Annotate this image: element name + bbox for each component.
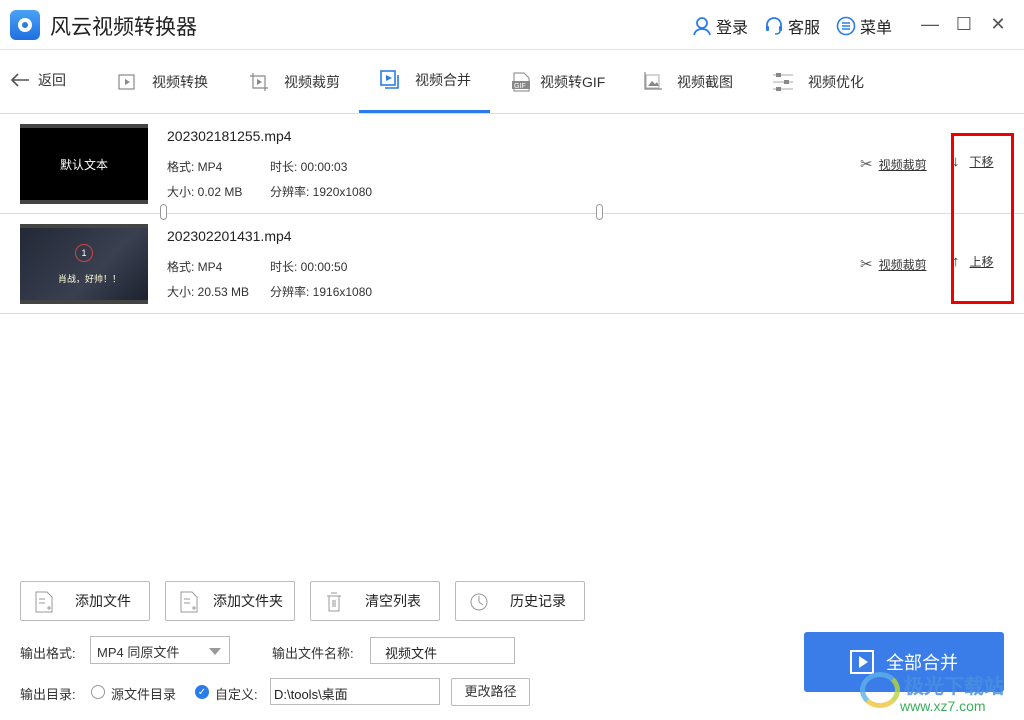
tab-video-screenshot[interactable]: 视频截图: [641, 50, 733, 113]
source-dir-label: 源文件目录: [111, 687, 177, 702]
menu-label: 菜单: [860, 20, 893, 37]
arrow-down-icon: ↓: [952, 153, 960, 170]
clip-label: 视频裁剪: [878, 257, 927, 272]
user-icon: [693, 17, 711, 36]
maximize-button[interactable]: ☐: [952, 12, 976, 36]
video-thumbnail: 1 肖战，好帅！！: [20, 224, 148, 304]
watermark-url: www.xz7.com: [900, 698, 986, 714]
play-icon: [850, 650, 874, 674]
scissors-icon: ✂: [860, 156, 873, 173]
tab-label: 视频裁剪: [284, 73, 340, 90]
tab-label: 视频转GIF: [540, 73, 606, 90]
custom-dir-radio[interactable]: ✓: [195, 685, 209, 699]
svg-text:GIF: GIF: [514, 83, 526, 90]
crop-icon: [250, 72, 268, 91]
tool-nav: 返回 视频转换 视频裁剪 视频合并 GIF 视频转GIF 视频截图 视频优化: [0, 50, 1024, 114]
arrow-up-icon: ↑: [952, 253, 960, 270]
screenshot-icon: [644, 71, 662, 90]
title-bar: 风云视频转换器 登录 客服 菜单 — ☐ ✕: [0, 0, 1024, 50]
minimize-button[interactable]: —: [918, 12, 942, 36]
add-folder-button[interactable]: 添加文件夹: [165, 581, 295, 621]
tab-label: 视频转换: [152, 73, 208, 90]
output-name-input[interactable]: 视频文件: [370, 637, 515, 664]
output-name-label: 输出文件名称:: [272, 646, 354, 661]
output-format-label: 输出格式:: [20, 646, 76, 661]
output-dir-label: 输出目录:: [20, 687, 76, 702]
file-format: 格式: MP4: [167, 260, 223, 274]
login-button[interactable]: 登录: [692, 14, 748, 38]
app-logo-icon: [10, 10, 40, 40]
clip-label: 视频裁剪: [878, 157, 927, 172]
file-duration: 时长: 00:00:50: [270, 260, 348, 274]
clip-video-link[interactable]: ✂ 视频裁剪: [860, 255, 927, 273]
login-label: 登录: [716, 20, 749, 37]
file-list-item[interactable]: 1 肖战，好帅！！ 202302201431.mp4 格式: MP4 时长: 0…: [0, 214, 1024, 314]
custom-path-input[interactable]: D:\tools\桌面: [270, 678, 440, 705]
file-name: 202302181255.mp4: [167, 128, 292, 144]
custom-dir-label: 自定义:: [215, 687, 258, 702]
close-button[interactable]: ✕: [986, 12, 1010, 36]
thumbnail-caption: 肖战，好帅！！: [58, 274, 122, 284]
button-label: 清空列表: [365, 593, 421, 609]
move-up-link[interactable]: ↑ 上移: [952, 253, 994, 270]
back-label: 返回: [38, 72, 66, 88]
move-label: 下移: [969, 155, 994, 169]
headset-icon: [766, 17, 782, 35]
button-label: 添加文件: [75, 593, 131, 609]
file-resolution: 分辨率: 1916x1080: [270, 285, 373, 299]
tab-label: 视频优化: [808, 73, 864, 90]
change-path-button[interactable]: 更改路径: [451, 678, 530, 706]
tab-label: 视频合并: [415, 72, 471, 88]
move-label: 上移: [969, 255, 994, 269]
file-resolution: 分辨率: 1920x1080: [270, 185, 373, 199]
move-down-link[interactable]: ↓ 下移: [952, 153, 994, 170]
file-duration: 时长: 00:00:03: [270, 160, 348, 174]
file-size: 大小: 0.02 MB: [167, 185, 243, 199]
tab-video-to-gif[interactable]: GIF 视频转GIF: [510, 50, 605, 113]
clip-video-link[interactable]: ✂ 视频裁剪: [860, 155, 927, 173]
add-file-button[interactable]: 添加文件: [20, 581, 150, 621]
scissors-icon: ✂: [860, 256, 873, 273]
merge-all-button[interactable]: 全部合并: [804, 632, 1004, 692]
convert-icon: [118, 73, 135, 90]
link-icon: [596, 204, 603, 220]
merge-all-label: 全部合并: [886, 653, 958, 673]
service-label: 客服: [788, 20, 821, 37]
thumbnail-number: 1: [75, 244, 93, 262]
tab-video-crop[interactable]: 视频裁剪: [248, 50, 340, 113]
clear-list-button[interactable]: 清空列表: [310, 581, 440, 621]
tab-label: 视频截图: [677, 73, 733, 90]
video-thumbnail: 默认文本: [20, 124, 148, 204]
button-label: 历史记录: [510, 593, 566, 609]
tab-video-merge[interactable]: 视频合并: [359, 50, 490, 113]
source-dir-radio[interactable]: [91, 685, 105, 699]
button-label: 添加文件夹: [213, 593, 283, 609]
optimize-icon: [773, 72, 793, 91]
app-title: 风云视频转换器: [50, 16, 197, 39]
thumbnail-text: 默认文本: [59, 157, 108, 172]
history-button[interactable]: 历史记录: [455, 581, 585, 621]
menu-icon: [836, 16, 856, 36]
menu-button[interactable]: 菜单: [836, 14, 892, 38]
merge-icon: [380, 70, 399, 89]
gif-icon: GIF: [512, 71, 530, 92]
chevron-down-icon: [209, 648, 221, 655]
output-format-select[interactable]: MP4 同原文件: [90, 636, 230, 664]
back-button[interactable]: 返回: [10, 70, 66, 90]
file-format: 格式: MP4: [167, 160, 223, 174]
arrow-left-icon: [10, 73, 29, 87]
customer-service-button[interactable]: 客服: [764, 14, 820, 38]
tab-video-optimize[interactable]: 视频优化: [772, 50, 864, 113]
file-size: 大小: 20.53 MB: [167, 285, 250, 299]
link-icon: [160, 204, 167, 220]
file-list-item[interactable]: 默认文本 202302181255.mp4 格式: MP4 时长: 00:00:…: [0, 114, 1024, 214]
file-name: 202302201431.mp4: [167, 228, 292, 244]
tab-video-convert[interactable]: 视频转换: [116, 50, 208, 113]
output-format-value: MP4 同原文件: [97, 645, 180, 660]
